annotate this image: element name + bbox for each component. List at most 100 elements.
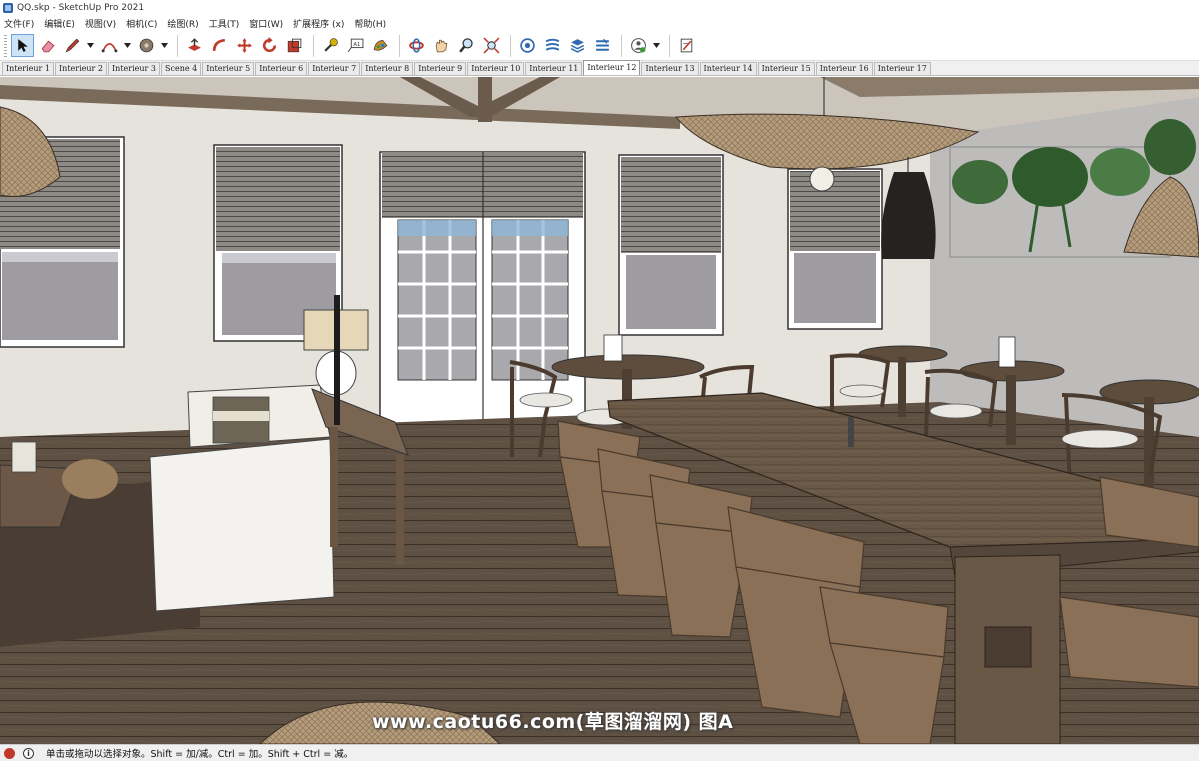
ceiling-post: [478, 77, 492, 122]
window-3: [618, 154, 724, 336]
rotate-tool-button[interactable]: [258, 34, 281, 57]
warehouse-icon: [520, 38, 535, 53]
menu-camera[interactable]: 相机(C): [126, 17, 157, 30]
model-viewport[interactable]: www.caotu66.com(草图溜溜网) 图A: [0, 77, 1199, 744]
svg-text:A1: A1: [353, 42, 360, 48]
move-icon: [237, 38, 252, 53]
components-tool-button[interactable]: [541, 34, 564, 57]
watermark-text: www.caotu66.com(草图溜溜网) 图A: [372, 711, 734, 733]
toolbar-separator: [177, 34, 178, 57]
toolbar-separator: [510, 34, 511, 57]
scene-tab-interieur-16[interactable]: Interieur 16: [815, 62, 873, 75]
scene-tab-interieur-11[interactable]: Interieur 11: [525, 62, 583, 75]
eraser-icon: [41, 40, 55, 53]
toolbar-separator: [621, 34, 622, 57]
menu-view[interactable]: 视图(V): [85, 17, 116, 30]
select-icon: [18, 39, 28, 52]
status-message: 单击或拖动以选择对象。Shift = 加/减。Ctrl = 加。Shift + …: [46, 749, 354, 760]
window-title: QQ.skp - SketchUp Pro 2021: [17, 3, 145, 13]
info-icon[interactable]: i: [23, 747, 34, 759]
interior-scene-render: [0, 77, 1199, 744]
title-bar: QQ.skp - SketchUp Pro 2021: [0, 0, 1199, 16]
toolbar-separator: [399, 34, 400, 57]
orbit-icon: [409, 38, 424, 53]
pan-icon: [435, 39, 448, 53]
toolbar-separator: [313, 34, 314, 57]
menu-edit[interactable]: 编辑(E): [44, 17, 75, 30]
warehouse-tool-button[interactable]: [516, 34, 539, 57]
follow-me-tool-button[interactable]: [208, 34, 231, 57]
select-tool-button[interactable]: [11, 34, 34, 57]
scale-icon: [287, 38, 302, 53]
text-label-icon: A1: [347, 38, 364, 53]
chevron-down-icon: [87, 43, 94, 48]
menu-help[interactable]: 帮助(H): [354, 17, 386, 30]
toolbar-grip[interactable]: [4, 34, 7, 57]
status-bar: i 单击或拖动以选择对象。Shift = 加/减。Ctrl = 加。Shift …: [0, 744, 1199, 761]
pan-tool-button[interactable]: [430, 34, 453, 57]
menu-tools[interactable]: 工具(T): [209, 17, 240, 30]
scene-tab-scene-4[interactable]: Scene 4: [161, 62, 202, 75]
notes-tool-button[interactable]: [675, 34, 698, 57]
zoom-tool-button[interactable]: [455, 34, 478, 57]
pencil-icon: [65, 38, 80, 53]
scene-tab-interieur-12[interactable]: Interieur 12: [583, 60, 641, 75]
pencil-tool-button[interactable]: [61, 34, 84, 57]
orbit-tool-button[interactable]: [405, 34, 428, 57]
move-tool-button[interactable]: [233, 34, 256, 57]
geolocation-icon[interactable]: [4, 747, 15, 759]
layers-tool-button[interactable]: [566, 34, 589, 57]
scene-tab-interieur-14[interactable]: Interieur 14: [699, 62, 757, 75]
paint-dropdown[interactable]: [160, 34, 169, 57]
zoom-icon: [459, 38, 473, 53]
scene-tab-interieur-6[interactable]: Interieur 6: [255, 62, 308, 75]
paint-icon: [373, 39, 388, 51]
scene-tab-interieur-5[interactable]: Interieur 5: [202, 62, 255, 75]
extensions-tool-button[interactable]: [591, 34, 614, 57]
scene-tab-interieur-8[interactable]: Interieur 8: [361, 62, 414, 75]
eraser-tool-button[interactable]: [36, 34, 59, 57]
arc-dropdown[interactable]: [123, 34, 132, 57]
follow-me-icon: [212, 38, 226, 51]
chevron-down-icon: [653, 43, 660, 48]
push-pull-tool-button[interactable]: [183, 34, 206, 57]
scene-tab-interieur-10[interactable]: Interieur 10: [467, 62, 525, 75]
menu-draw[interactable]: 绘图(R): [167, 17, 198, 30]
zoom-extents-tool-button[interactable]: [480, 34, 503, 57]
menu-extensions[interactable]: 扩展程序 (x): [293, 17, 344, 30]
text-tool-button[interactable]: A1: [344, 34, 367, 57]
scene-tab-interieur-17[interactable]: Interieur 17: [873, 62, 931, 75]
window-4: [787, 168, 883, 330]
scene-tab-interieur-1[interactable]: Interieur 1: [2, 62, 54, 75]
profile-icon: [631, 38, 646, 53]
sketchup-app-icon: [3, 3, 13, 13]
scene-tab-interieur-3[interactable]: Interieur 3: [108, 62, 160, 75]
scene-tab-interieur-9[interactable]: Interieur 9: [414, 62, 467, 75]
push-pull-icon: [188, 38, 201, 51]
paint-tool-button[interactable]: [369, 34, 392, 57]
scene-tabs: Interieur 1 Interieur 2 Interieur 3 Scen…: [0, 60, 1199, 76]
extensions-icon: [596, 38, 609, 51]
scene-tab-interieur-7[interactable]: Interieur 7: [308, 62, 361, 75]
components-icon: [545, 38, 560, 51]
tape-measure-tool-button[interactable]: [319, 34, 342, 57]
scene-tab-interieur-2[interactable]: Interieur 2: [55, 62, 107, 75]
menu-window[interactable]: 窗口(W): [249, 17, 283, 30]
scale-tool-button[interactable]: [283, 34, 306, 57]
tape-measure-icon: [324, 38, 338, 52]
arc-tool-button[interactable]: [98, 34, 121, 57]
chevron-down-icon: [161, 43, 168, 48]
notes-icon: [680, 38, 693, 53]
profile-dropdown[interactable]: [652, 34, 661, 57]
zoom-extents-icon: [483, 37, 500, 54]
scene-tab-interieur-13[interactable]: Interieur 13: [641, 62, 699, 75]
arc-icon: [101, 43, 118, 53]
layers-icon: [570, 39, 585, 53]
paint-bucket-icon: [139, 38, 154, 53]
menu-file[interactable]: 文件(F): [4, 17, 34, 30]
pencil-dropdown[interactable]: [86, 34, 95, 57]
scene-tab-interieur-15[interactable]: Interieur 15: [757, 62, 815, 75]
paint-bucket-tool-button[interactable]: [135, 34, 158, 57]
main-toolbar: A1: [0, 31, 1199, 61]
profile-tool-button[interactable]: [627, 34, 650, 57]
